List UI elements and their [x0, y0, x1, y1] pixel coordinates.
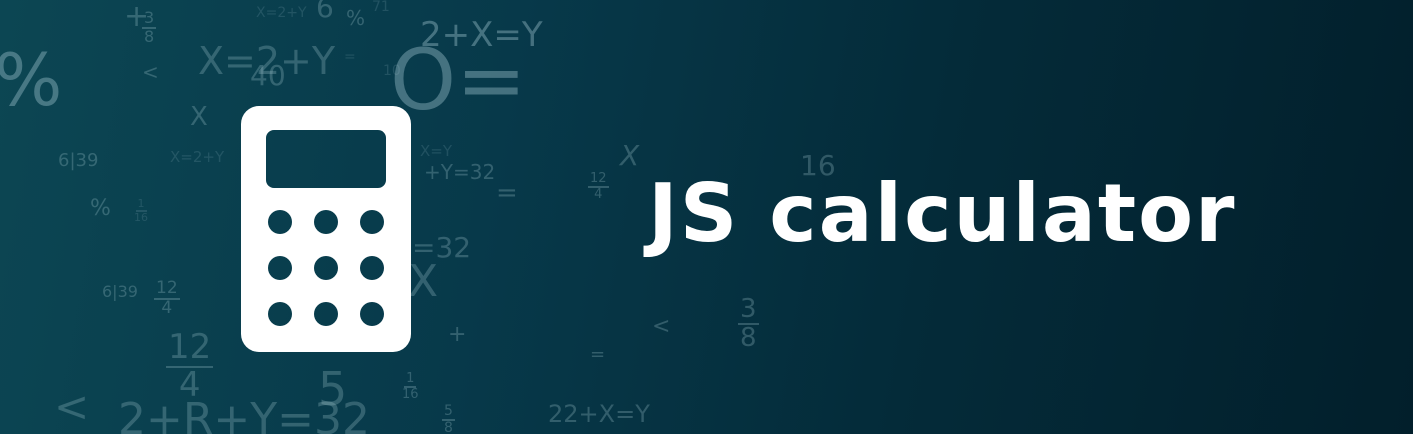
math-symbol: =32: [412, 231, 472, 264]
math-symbol: X: [620, 139, 640, 172]
fraction-denominator: 4: [161, 297, 173, 318]
math-symbol: 71: [372, 0, 390, 15]
page-title: JS calculator: [648, 167, 1237, 260]
math-fraction: 3 8: [738, 294, 759, 354]
fraction-numerator: 12: [166, 327, 214, 368]
math-symbol: 6: [316, 0, 334, 24]
math-symbol: %: [0, 38, 63, 122]
math-symbol: =: [496, 178, 518, 208]
math-fraction: 12 4: [588, 172, 609, 201]
math-symbol: 6|39: [58, 150, 99, 171]
math-symbol: +: [448, 322, 467, 347]
math-symbol: =: [590, 344, 606, 365]
math-symbol: X: [408, 256, 439, 307]
math-symbol: <: [142, 60, 159, 84]
math-symbol: 5: [318, 362, 348, 416]
math-symbol: X: [190, 102, 208, 132]
fraction-numerator: 12: [588, 171, 609, 188]
math-symbol: <: [652, 314, 671, 339]
math-symbol: X=2+Y: [198, 39, 336, 83]
math-fraction: 1 16: [402, 372, 419, 401]
math-symbol: 6|39: [102, 282, 138, 301]
math-symbol: %: [90, 196, 111, 221]
fraction-denominator: 8: [444, 419, 453, 434]
math-fraction: 1 16: [134, 198, 148, 223]
math-symbol: 10: [383, 63, 401, 79]
math-symbol: 40: [250, 59, 286, 92]
math-symbol: 2+X=Y: [420, 15, 543, 55]
fraction-denominator: 4: [178, 364, 201, 405]
fraction-numerator: 3: [142, 8, 157, 29]
math-symbol: %: [346, 6, 366, 30]
fraction-denominator: 16: [402, 386, 419, 402]
math-symbol: +: [124, 0, 150, 34]
fraction-denominator: 16: [134, 210, 148, 224]
math-fraction: 12 4: [154, 278, 180, 318]
fraction-denominator: 8: [740, 323, 757, 354]
math-symbol: X=Y: [420, 142, 453, 160]
math-symbol: X=2+Y: [256, 5, 307, 21]
banner: + 3 8 X=2+Y 6 % 71 % X=2+Y 40 = 10 X 2+X…: [0, 0, 1413, 434]
math-symbol: 2+R+Y=32: [118, 394, 371, 434]
calculator-icon: [241, 106, 411, 352]
fraction-numerator: 1: [135, 197, 147, 212]
math-symbol: +Y=32: [424, 160, 496, 184]
fraction-numerator: 5: [442, 403, 455, 421]
fraction-numerator: 1: [404, 371, 417, 388]
math-fraction: 3 8: [142, 8, 157, 46]
fraction-denominator: 4: [594, 186, 603, 202]
math-symbol: <: [54, 382, 90, 431]
fraction-numerator: 3: [738, 294, 759, 326]
math-fraction: 5 8: [442, 404, 455, 434]
math-symbol: X=2+Y: [170, 148, 225, 166]
math-symbol: =: [344, 49, 356, 65]
math-symbol: 22+X=Y: [548, 400, 650, 428]
math-fraction: 12 4: [166, 327, 214, 405]
fraction-denominator: 8: [144, 26, 155, 46]
fraction-numerator: 12: [154, 278, 180, 300]
